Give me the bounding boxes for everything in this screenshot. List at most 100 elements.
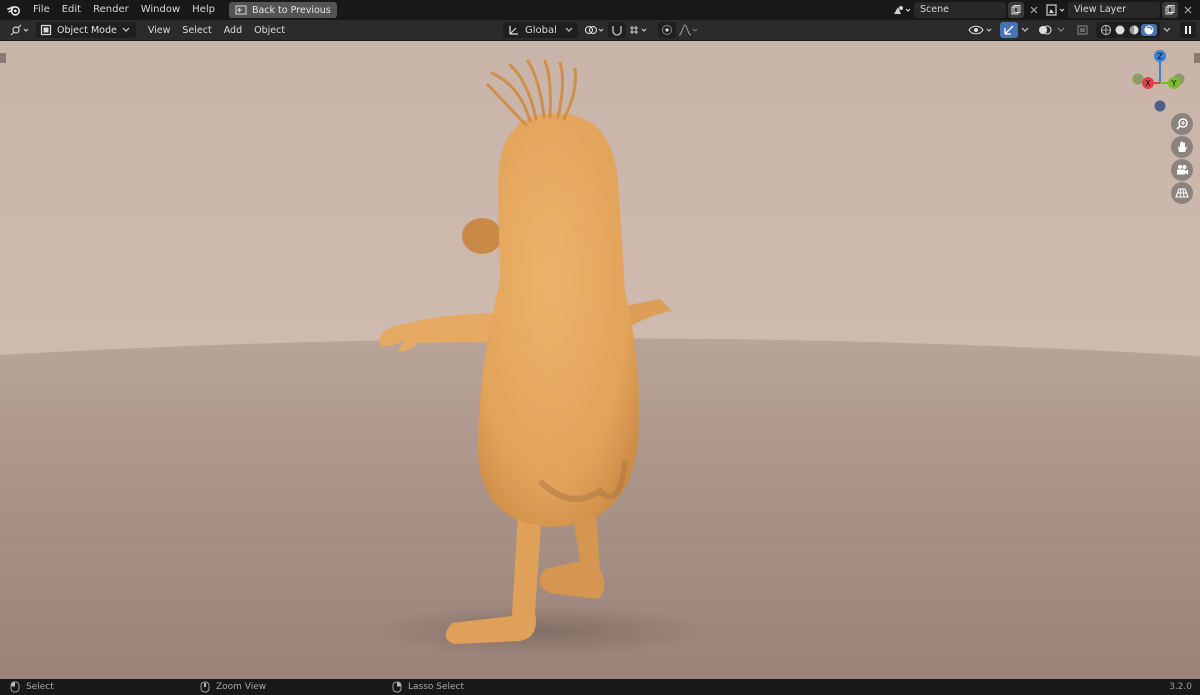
menu-file[interactable]: File bbox=[27, 0, 56, 20]
object-visibility-dropdown[interactable] bbox=[966, 22, 996, 38]
3d-viewport-icon bbox=[10, 24, 29, 36]
transform-pivot-dropdown[interactable] bbox=[582, 22, 608, 38]
falloff-curve-icon bbox=[678, 24, 698, 36]
view-layer-selector: View Layer bbox=[1044, 2, 1196, 18]
xray-toggle[interactable] bbox=[1074, 22, 1092, 38]
blender-version: 3.2.0 bbox=[1169, 682, 1192, 692]
delete-scene-button[interactable] bbox=[1026, 2, 1042, 18]
status-select-label: Select bbox=[26, 682, 54, 692]
menu-select[interactable]: Select bbox=[176, 25, 217, 36]
object-mode-icon bbox=[40, 24, 52, 36]
overlays-icon bbox=[1039, 25, 1052, 35]
overlays-options-dropdown[interactable] bbox=[1054, 22, 1068, 38]
chevron-down-icon bbox=[1163, 27, 1171, 32]
gizmo-x-label: X bbox=[1145, 79, 1151, 88]
proportional-falloff-dropdown[interactable] bbox=[676, 22, 702, 38]
grid-perspective-icon bbox=[1175, 188, 1189, 198]
new-scene-button[interactable] bbox=[1008, 2, 1024, 18]
transform-orientation-label: Global bbox=[525, 24, 557, 36]
sidebar-toggle-tab[interactable] bbox=[1194, 53, 1200, 63]
gizmo-options-dropdown[interactable] bbox=[1018, 22, 1032, 38]
mouse-left-icon bbox=[10, 681, 20, 693]
status-select-hint: Select bbox=[10, 679, 54, 695]
transform-tools: Global bbox=[503, 22, 702, 38]
menu-render[interactable]: Render bbox=[87, 0, 135, 20]
hand-icon bbox=[1178, 141, 1187, 152]
zoom-view-button[interactable] bbox=[1171, 113, 1193, 135]
zoom-icon bbox=[1176, 118, 1188, 130]
shading-mode-group bbox=[1096, 22, 1160, 38]
pivot-icon bbox=[584, 25, 604, 35]
eye-icon bbox=[968, 25, 992, 35]
snap-magnet-icon bbox=[612, 26, 622, 36]
mouse-middle-icon bbox=[200, 681, 210, 693]
gizmo-neg-x-handle[interactable] bbox=[1132, 73, 1144, 85]
new-view-layer-button[interactable] bbox=[1162, 2, 1178, 18]
shading-options-dropdown[interactable] bbox=[1160, 22, 1174, 38]
close-icon bbox=[1030, 6, 1038, 14]
pan-view-button[interactable] bbox=[1171, 136, 1193, 158]
status-bar: Select Zoom View Lasso Select 3.2.0 bbox=[0, 679, 1200, 695]
gizmo-z-label: Z bbox=[1157, 52, 1163, 61]
menu-help[interactable]: Help bbox=[186, 0, 221, 20]
xray-icon bbox=[1077, 25, 1088, 35]
gizmo-icon bbox=[1004, 25, 1014, 35]
camera-view-button[interactable] bbox=[1171, 159, 1193, 181]
menu-object[interactable]: Object bbox=[248, 25, 291, 36]
proportional-editing-icon bbox=[661, 25, 672, 35]
toolbar-toggle-tab[interactable] bbox=[0, 53, 6, 63]
back-arrow-icon bbox=[235, 5, 247, 15]
rendered-shading-button[interactable] bbox=[1141, 24, 1157, 36]
chevron-down-icon bbox=[122, 27, 130, 32]
mouse-right-icon bbox=[392, 681, 402, 693]
menu-window[interactable]: Window bbox=[135, 0, 186, 20]
transform-orientation-dropdown[interactable]: Global bbox=[503, 22, 578, 38]
wireframe-shading-icon[interactable] bbox=[1099, 24, 1113, 36]
nose bbox=[462, 218, 502, 254]
material-preview-shading-icon[interactable] bbox=[1127, 24, 1141, 36]
status-lasso-hint: Lasso Select bbox=[392, 679, 464, 695]
editor-type-dropdown[interactable] bbox=[8, 22, 32, 38]
back-button-label: Back to Previous bbox=[251, 4, 331, 16]
menu-add[interactable]: Add bbox=[218, 25, 248, 36]
scene-icon bbox=[894, 6, 911, 14]
chevron-down-icon bbox=[1057, 27, 1065, 32]
status-zoom-hint: Zoom View bbox=[200, 679, 266, 695]
solid-shading-icon[interactable] bbox=[1113, 24, 1127, 36]
snap-toggle[interactable] bbox=[607, 22, 626, 38]
snap-increment-icon bbox=[629, 26, 647, 34]
show-overlays-toggle[interactable] bbox=[1036, 22, 1054, 38]
show-gizmo-toggle[interactable] bbox=[1000, 22, 1018, 38]
character-body bbox=[478, 113, 639, 527]
viewport-header: Object Mode View Select Add Object Globa… bbox=[0, 20, 1200, 41]
status-zoom-label: Zoom View bbox=[216, 682, 267, 692]
character-shadow bbox=[370, 605, 710, 657]
snap-element-dropdown[interactable] bbox=[626, 22, 652, 38]
menu-view[interactable]: View bbox=[142, 25, 177, 36]
delete-view-layer-button[interactable] bbox=[1180, 2, 1196, 18]
view-layer-browse-dropdown[interactable] bbox=[1044, 2, 1068, 18]
view-layer-name-field[interactable]: View Layer bbox=[1068, 2, 1160, 18]
viewport-display-tools bbox=[966, 22, 1196, 38]
pause-render-button[interactable] bbox=[1180, 22, 1196, 38]
gizmo-y-label: Y bbox=[1171, 79, 1177, 88]
status-lasso-label: Lasso Select bbox=[408, 682, 465, 692]
gizmo-neg-z-handle[interactable] bbox=[1154, 100, 1166, 112]
duplicate-icon bbox=[1011, 5, 1021, 15]
chevron-down-icon bbox=[565, 27, 573, 32]
object-mode-label: Object Mode bbox=[57, 24, 117, 36]
3d-viewport[interactable]: Z X Y bbox=[0, 41, 1200, 679]
scene-browse-dropdown[interactable] bbox=[890, 2, 914, 18]
scene-name-field[interactable]: Scene bbox=[914, 2, 1006, 18]
perspective-toggle-button[interactable] bbox=[1171, 182, 1193, 204]
blender-logo-icon[interactable] bbox=[7, 3, 21, 17]
view-layer-icon bbox=[1046, 4, 1065, 16]
rendered-shading-icon bbox=[1144, 25, 1154, 35]
proportional-editing-toggle[interactable] bbox=[657, 22, 676, 38]
menu-edit[interactable]: Edit bbox=[56, 0, 87, 20]
scene-selector: Scene bbox=[890, 2, 1042, 18]
object-mode-dropdown[interactable]: Object Mode bbox=[36, 22, 136, 38]
back-to-previous-button[interactable]: Back to Previous bbox=[228, 2, 337, 18]
chevron-down-icon bbox=[1021, 27, 1029, 32]
navigation-gizmo[interactable]: Z X Y bbox=[1128, 49, 1192, 119]
